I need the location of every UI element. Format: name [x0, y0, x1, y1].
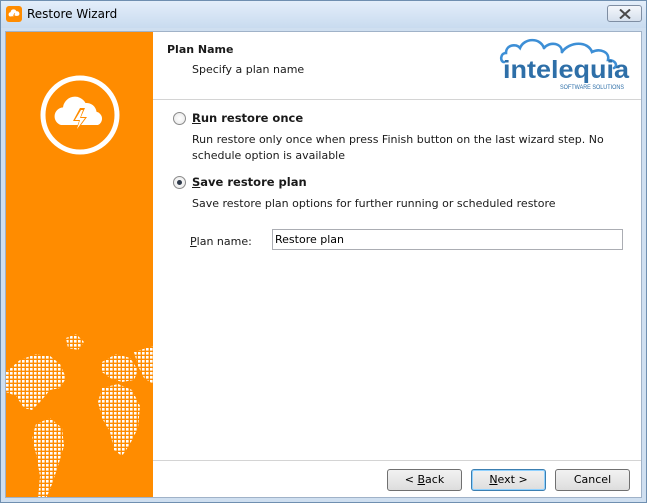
- close-button[interactable]: [607, 5, 642, 22]
- intelequia-logo: intelequia SOFTWARE SOLUTIONS: [499, 38, 630, 91]
- save-plan-label[interactable]: Save restore plan: [192, 175, 307, 189]
- run-once-radio[interactable]: [173, 112, 186, 125]
- wizard-sidebar: [6, 32, 153, 497]
- plan-name-label: Plan name:: [190, 235, 252, 248]
- run-once-label[interactable]: Run restore once: [192, 111, 303, 125]
- cancel-button[interactable]: Cancel: [555, 469, 630, 491]
- next-button[interactable]: Next >: [471, 469, 546, 491]
- radio-selected-dot: [177, 180, 182, 185]
- footer-divider: [153, 460, 641, 461]
- page-subtitle: Specify a plan name: [192, 63, 305, 76]
- plan-name-input[interactable]: [272, 229, 623, 250]
- save-plan-radio[interactable]: [173, 176, 186, 189]
- wizard-header: Plan Name Specify a plan name intelequia…: [153, 32, 641, 99]
- brand-tagline: SOFTWARE SOLUTIONS: [560, 84, 625, 91]
- app-icon: [6, 6, 22, 22]
- save-plan-description: Save restore plan options for further ru…: [192, 197, 556, 210]
- world-map-graphic: [6, 334, 153, 497]
- close-icon: [619, 9, 631, 19]
- title-bar[interactable]: Restore Wizard: [1, 1, 646, 28]
- wizard-window: Restore Wizard Plan Name Specify a plan …: [0, 0, 647, 503]
- run-once-description: Run restore only once when press Finish …: [192, 133, 604, 162]
- brand-name: intelequia: [503, 56, 630, 84]
- window-title: Restore Wizard: [27, 7, 118, 21]
- back-button[interactable]: < Back: [387, 469, 462, 491]
- wizard-client-area: Plan Name Specify a plan name intelequia…: [5, 31, 642, 498]
- wizard-content: Run restore once Run restore only once w…: [153, 100, 641, 460]
- page-title: Plan Name: [167, 43, 234, 56]
- cloud-lightning-icon: [40, 75, 120, 155]
